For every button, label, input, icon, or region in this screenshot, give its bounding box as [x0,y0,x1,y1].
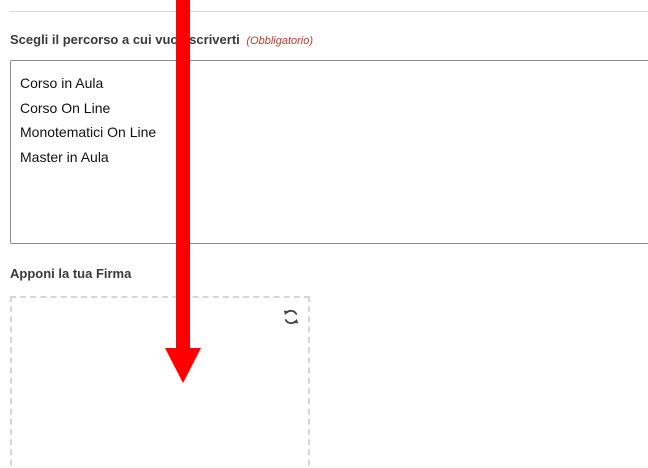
form-page: Scegli il percorso a cui vuoi iscriverti… [0,0,648,468]
path-field-label-text: Scegli il percorso a cui vuoi iscriverti [10,32,240,47]
refresh-icon[interactable] [282,308,300,326]
required-note: (Obbligatorio) [246,35,314,47]
signature-pad[interactable] [10,296,310,468]
divider [10,11,648,12]
option-corso-on-line[interactable]: Corso On Line [20,96,648,121]
signature-field-label: Apponi la tua Firma [10,266,132,281]
path-field-label: Scegli il percorso a cui vuoi iscriverti… [10,32,313,47]
option-master-in-aula[interactable]: Master in Aula [20,145,648,170]
option-monotematici-on-line[interactable]: Monotematici On Line [20,120,648,145]
option-corso-in-aula[interactable]: Corso in Aula [20,71,648,96]
path-listbox[interactable]: Corso in Aula Corso On Line Monotematici… [10,60,648,244]
